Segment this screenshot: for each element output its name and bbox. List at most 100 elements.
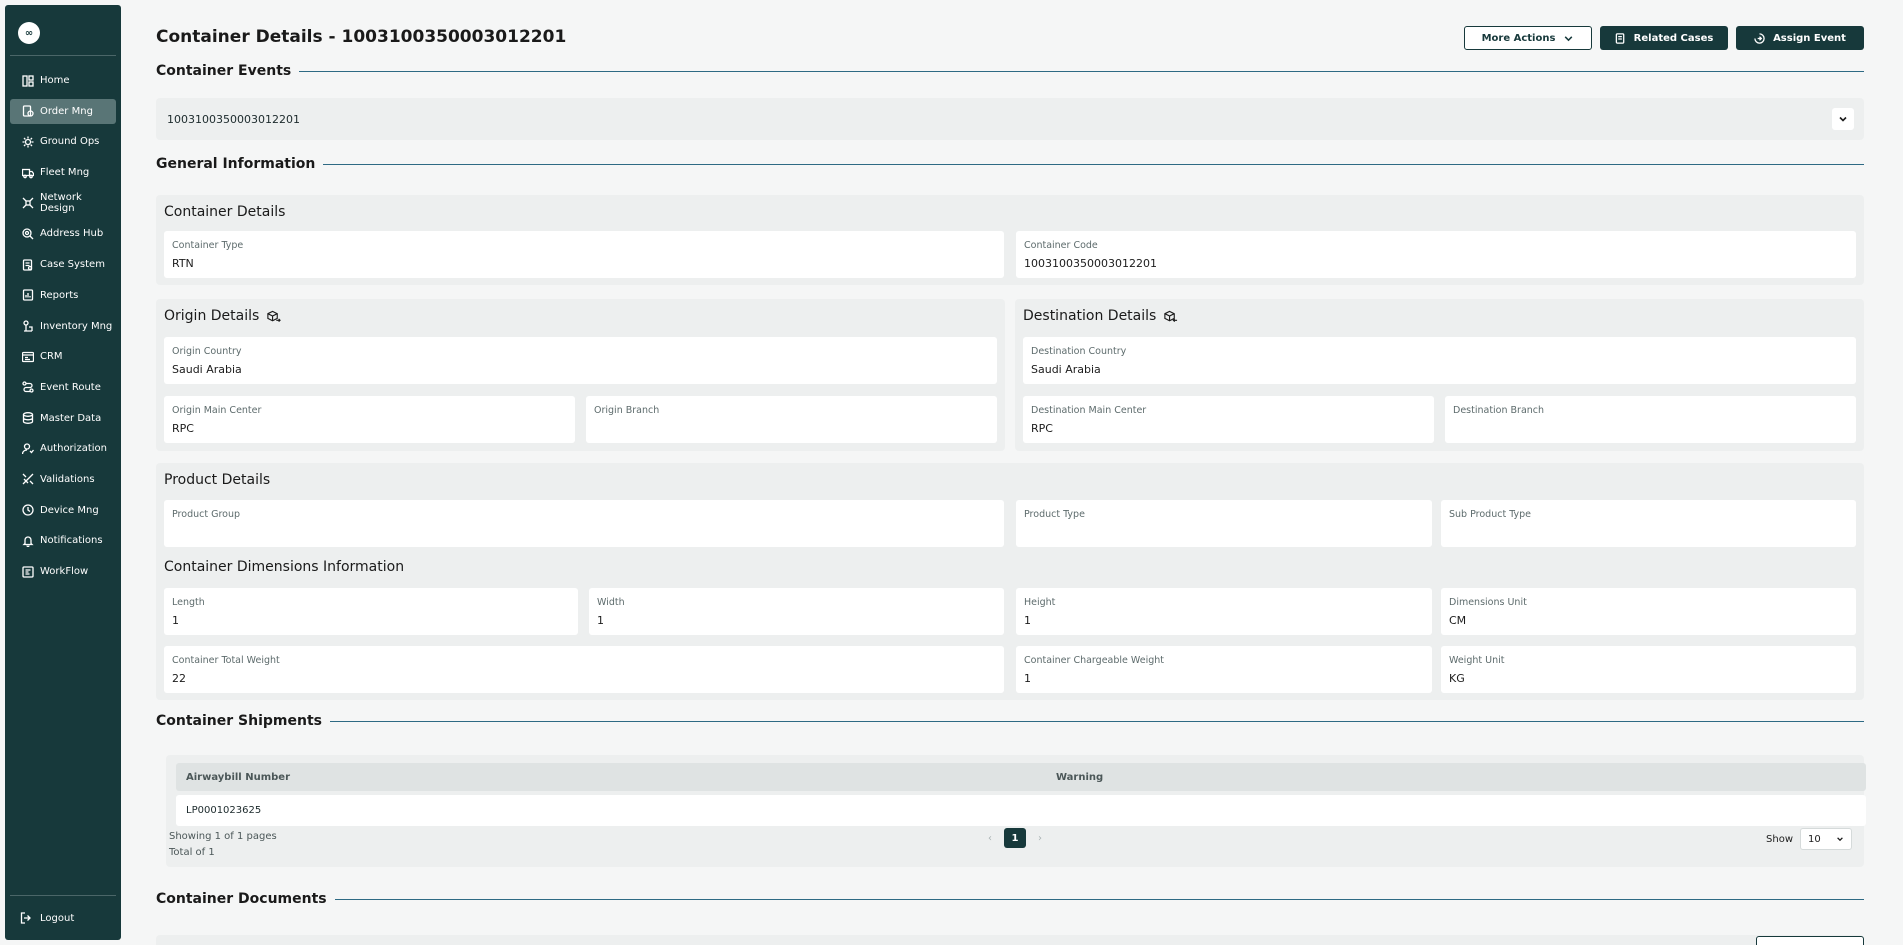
field-label: Destination Branch: [1453, 405, 1545, 416]
container-type-field: Container Type RTN: [164, 231, 1004, 278]
sidebar-item-label: Inventory Mng: [40, 320, 113, 332]
case-icon: [22, 258, 34, 271]
sidebar-item-validations[interactable]: Validations: [10, 467, 116, 492]
reports-icon: [22, 289, 34, 301]
sidebar-item-address-hub[interactable]: Address Hub: [10, 221, 116, 246]
sidebar-item-master-data[interactable]: Master Data: [10, 406, 116, 431]
sidebar-item-order-mng[interactable]: Order Mng: [10, 98, 116, 124]
weight-unit-field: Weight Unit KG: [1441, 646, 1856, 693]
page-size-select[interactable]: 10: [1800, 828, 1852, 850]
sidebar-item-reports[interactable]: Reports: [10, 283, 116, 308]
field-label: Origin Branch: [594, 405, 660, 416]
box-outgoing-icon: [267, 310, 282, 322]
product-type-field: Product Type: [1016, 500, 1432, 547]
sidebar-item-device-mng[interactable]: Device Mng: [10, 498, 116, 523]
origin-country-field: Origin Country Saudi Arabia: [164, 337, 997, 384]
field-value: 1: [597, 614, 604, 627]
sidebar-item-label: Authorization: [40, 443, 107, 455]
field-label: Dimensions Unit: [1449, 597, 1527, 608]
more-actions-button[interactable]: More Actions: [1464, 26, 1592, 50]
assign-event-icon: [1754, 32, 1765, 44]
field-label: Container Code: [1024, 240, 1098, 251]
sidebar-item-case-system[interactable]: Case System: [10, 252, 116, 277]
chargeable-weight-field: Container Chargeable Weight 1: [1016, 646, 1432, 693]
sidebar-item-workflow[interactable]: WorkFlow: [10, 559, 116, 584]
page-button-current[interactable]: 1: [1004, 828, 1026, 848]
inventory-icon: [22, 320, 34, 332]
sidebar-item-label: Network Design: [40, 192, 82, 215]
field-value: 1: [172, 614, 179, 627]
network-icon: [22, 197, 34, 209]
sidebar-item-crm[interactable]: CRM: [10, 344, 116, 369]
crm-icon: [22, 351, 34, 363]
sidebar-item-label: Order Mng: [40, 105, 93, 117]
width-field: Width 1: [589, 588, 1004, 635]
destination-country-field: Destination Country Saudi Arabia: [1023, 337, 1856, 384]
user-icon: [22, 443, 34, 455]
field-label: Height: [1024, 597, 1056, 608]
sidebar-item-label: Notifications: [40, 535, 103, 547]
ground-ops-icon: [22, 136, 34, 148]
sub-product-type-field: Sub Product Type: [1441, 500, 1856, 547]
field-value: 22: [172, 672, 186, 685]
truck-icon: [22, 167, 34, 179]
sidebar-item-notifications[interactable]: Notifications: [10, 528, 116, 553]
field-value: RTN: [172, 257, 194, 270]
sidebar-divider: [10, 55, 116, 56]
next-page-icon[interactable]: ›: [1038, 833, 1042, 844]
assign-event-button[interactable]: Assign Event: [1736, 26, 1864, 50]
field-value: 1: [1024, 672, 1031, 685]
events-expand-button[interactable]: [1832, 108, 1854, 130]
column-header-awb: Airwaybill Number: [186, 772, 290, 783]
shipments-table-panel: Airwaybill Number Warning LP0001023625 S…: [166, 755, 1866, 867]
sidebar-nav: Home Order Mng Ground Ops Fleet Mng Netw…: [5, 68, 121, 590]
origin-title: Origin Details: [164, 308, 260, 324]
header-actions: More Actions Related Cases Assign Event: [1464, 26, 1864, 50]
main-content: Container Details - 1003100350003012201 …: [156, 0, 1866, 945]
container-details-panel: Container Details Container Type RTN Con…: [156, 195, 1864, 285]
table-row[interactable]: LP0001023625: [176, 795, 1866, 826]
related-cases-button[interactable]: Related Cases: [1600, 26, 1728, 50]
box-incoming-icon: [1164, 310, 1178, 322]
section-title: Container Shipments: [156, 713, 322, 729]
destination-title: Destination Details: [1023, 308, 1157, 324]
workflow-icon: [22, 565, 34, 578]
field-label: Container Chargeable Weight: [1024, 655, 1164, 666]
dimensions-unit-field: Dimensions Unit CM: [1441, 588, 1856, 635]
container-events-dropdown[interactable]: 1003100350003012201: [156, 98, 1864, 140]
sidebar-item-authorization[interactable]: Authorization: [10, 436, 116, 461]
sidebar-item-inventory-mng[interactable]: Inventory Mng: [10, 314, 116, 339]
sidebar-item-ground-ops[interactable]: Ground Ops: [10, 129, 116, 154]
field-label: Product Type: [1024, 509, 1085, 520]
sidebar: ∞ Home Order Mng Ground Ops Fleet Mng Ne…: [5, 5, 121, 940]
total-weight-field: Container Total Weight 22: [164, 646, 1004, 693]
section-divider: [334, 898, 1864, 900]
length-field: Length 1: [164, 588, 578, 635]
container-code-field: Container Code 1003100350003012201: [1016, 231, 1856, 278]
panel-title: Product Details: [164, 472, 271, 488]
section-container-shipments: Container Shipments: [156, 713, 1864, 729]
device-icon: [22, 504, 34, 516]
documents-panel: [156, 935, 1864, 945]
logout-button[interactable]: Logout: [5, 896, 121, 940]
sidebar-item-label: Reports: [40, 289, 79, 301]
field-label: Length: [172, 597, 205, 608]
table-header: Airwaybill Number Warning: [176, 763, 1866, 791]
documents-action-button[interactable]: [1756, 936, 1864, 945]
field-label: Destination Country: [1031, 346, 1127, 357]
app-logo[interactable]: ∞: [18, 22, 40, 44]
page-title: Container Details - 1003100350003012201: [156, 27, 567, 47]
sidebar-item-network-design[interactable]: Network Design: [10, 191, 116, 216]
case-icon: [1615, 32, 1625, 44]
cell-awb: LP0001023625: [186, 805, 262, 816]
sidebar-item-label: CRM: [40, 351, 63, 363]
pagination-showing: Showing 1 of 1 pages: [169, 831, 277, 842]
sidebar-item-fleet-mng[interactable]: Fleet Mng: [10, 160, 116, 185]
field-value: RPC: [1031, 422, 1053, 435]
field-label: Sub Product Type: [1449, 509, 1532, 520]
sidebar-item-home[interactable]: Home: [10, 68, 116, 93]
sidebar-item-event-route[interactable]: Event Route: [10, 375, 116, 400]
section-divider: [299, 70, 1864, 72]
field-label: Origin Country: [172, 346, 242, 357]
prev-page-icon[interactable]: ‹: [988, 833, 992, 844]
